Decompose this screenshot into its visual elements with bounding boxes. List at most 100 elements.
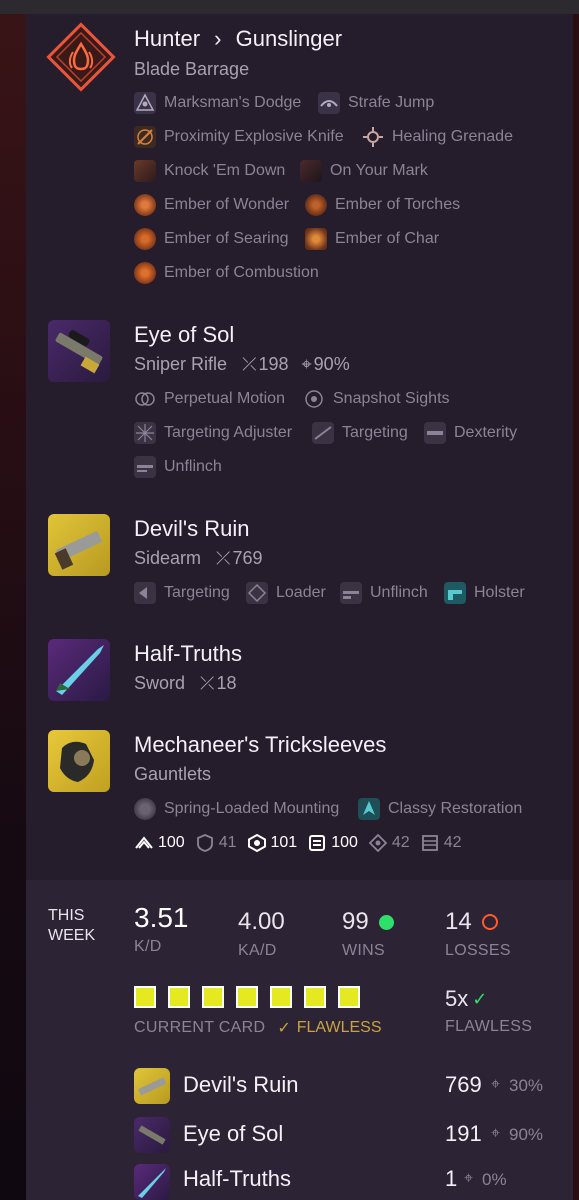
- wins-stat: 99 WINS: [342, 908, 394, 960]
- ability-item[interactable]: Ember of Searing: [134, 228, 289, 250]
- weapon-type: Sniper Rifle: [134, 354, 228, 374]
- weapon-perk[interactable]: Perpetual Motion: [134, 388, 285, 410]
- resilience-icon: [195, 834, 215, 852]
- card-win-box: [236, 986, 258, 1008]
- weapon-meta: Sniper Rifle ⤫ 198 ⌖ 90%: [134, 354, 350, 375]
- perk-label: Targeting: [164, 584, 230, 601]
- weapon-perk[interactable]: Holster: [444, 582, 525, 604]
- weekly-weapon-name: Devil's Ruin: [183, 1072, 299, 1097]
- card-win-box: [202, 986, 224, 1008]
- armor-perk[interactable]: Spring-Loaded Mounting: [134, 798, 339, 820]
- ability-label: Ember of Wonder: [164, 196, 290, 213]
- ability-label: Knock 'Em Down: [164, 162, 286, 179]
- recovery-icon: [247, 833, 267, 853]
- targeting-icon: [312, 422, 334, 444]
- weekly-weapon-precision: 30%: [509, 1076, 544, 1095]
- targeting-icon: [134, 582, 156, 604]
- loss-indicator-icon: [481, 914, 498, 930]
- kd-stat: 3.51 K/D: [134, 902, 189, 956]
- ability-item[interactable]: Ember of Char: [305, 228, 439, 250]
- kills-stat: ⤫ 18: [200, 673, 236, 694]
- weapon-perk[interactable]: Loader: [246, 582, 326, 604]
- ability-item[interactable]: Knock 'Em Down: [134, 160, 285, 182]
- ability-item[interactable]: Strafe Jump: [318, 92, 434, 114]
- kd-label: K/D: [134, 938, 162, 955]
- this-week-line1: THIS: [48, 907, 85, 924]
- weapon-perk[interactable]: Dexterity: [424, 422, 517, 444]
- weapon-perk[interactable]: Targeting: [312, 422, 408, 444]
- ability-item[interactable]: Ember of Wonder: [134, 194, 289, 216]
- perk-label: Unflinch: [164, 458, 222, 475]
- weekly-weapon-kills: 191: [445, 1121, 482, 1146]
- unflinch-icon: [134, 456, 156, 478]
- weekly-weapon-row[interactable]: Devil's Ruin 769 ⌖ 30%: [134, 1068, 554, 1106]
- kad-label: KA/D: [238, 942, 277, 959]
- snapshot-sights-icon: [303, 388, 325, 410]
- flawless-count: 5x: [445, 986, 469, 1011]
- ability-item[interactable]: Proximity Explosive Knife: [134, 126, 344, 148]
- card-win-box: [134, 986, 156, 1008]
- wins-value: 99: [342, 908, 369, 935]
- armor-perk[interactable]: Classy Restoration: [358, 798, 522, 820]
- weapon-perk[interactable]: Unflinch: [134, 456, 222, 478]
- discipline-value: 100: [331, 834, 358, 851]
- weekly-weapon-precision: 0%: [482, 1170, 507, 1189]
- weapon-perk[interactable]: Snapshot Sights: [303, 388, 450, 410]
- weapon-thumbnail: [48, 639, 110, 701]
- solar-subclass-icon: [46, 22, 116, 92]
- kills-icon: ⤫: [216, 548, 231, 568]
- precision-icon: ⌖: [491, 1125, 501, 1142]
- unflinch-icon: [340, 582, 362, 604]
- ability-label: Proximity Explosive Knife: [164, 128, 344, 145]
- weapon-perk[interactable]: Unflinch: [340, 582, 428, 604]
- weapon-perk[interactable]: Targeting: [134, 582, 230, 604]
- armor-name: Mechaneer's Tricksleeves: [134, 732, 387, 757]
- weapon-thumbnail: [48, 514, 110, 576]
- holster-icon: [444, 582, 466, 604]
- class-name: Hunter: [134, 26, 201, 51]
- ability-label: Marksman's Dodge: [164, 94, 302, 111]
- breadcrumb-separator: ›: [214, 26, 222, 51]
- precision-value: 90%: [313, 354, 350, 374]
- flawless-label: FLAWLESS: [445, 1018, 533, 1035]
- perk-label: Unflinch: [370, 584, 428, 601]
- weapon-perk[interactable]: Targeting Adjuster: [134, 422, 292, 444]
- ability-item[interactable]: Ember of Torches: [305, 194, 460, 216]
- ability-item[interactable]: Ember of Combustion: [134, 262, 319, 284]
- targeting-adjuster-icon: [134, 422, 156, 444]
- card-win-box: [304, 986, 326, 1008]
- weekly-weapon-row[interactable]: Eye of Sol 191 ⌖ 90%: [134, 1117, 554, 1155]
- weekly-weapon-row[interactable]: Half-Truths 1 ⌖ 0%: [134, 1164, 554, 1200]
- right-edge: [573, 0, 579, 1200]
- jump-icon: [318, 92, 340, 114]
- ability-label: Ember of Searing: [164, 230, 289, 247]
- weapon-name: Half-Truths: [134, 641, 242, 666]
- ability-label: On Your Mark: [330, 162, 428, 179]
- left-edge: [0, 0, 26, 1200]
- weapon-thumbnail: [48, 320, 110, 382]
- weapon-name: Eye of Sol: [134, 322, 235, 347]
- perk-label: Dexterity: [454, 424, 518, 441]
- subclass-title: Hunter › Gunslinger: [134, 26, 342, 52]
- top-bar: [0, 0, 579, 14]
- ability-item[interactable]: Healing Grenade: [362, 126, 513, 148]
- ember-icon: [134, 194, 156, 216]
- ability-label: Ember of Torches: [335, 196, 461, 213]
- mobility-icon: [134, 834, 154, 852]
- resilience-value: 41: [218, 834, 237, 851]
- flawless-check-icon: ✓: [472, 988, 488, 1009]
- ember-icon: [305, 228, 327, 250]
- intellect-icon: [368, 833, 388, 853]
- subclass-name: Gunslinger: [235, 26, 343, 51]
- wins-label: WINS: [342, 942, 385, 959]
- ability-item[interactable]: Marksman's Dodge: [134, 92, 301, 114]
- weekly-weapon-name: Eye of Sol: [183, 1121, 284, 1146]
- ability-item[interactable]: On Your Mark: [300, 160, 428, 182]
- kd-value: 3.51: [134, 902, 189, 933]
- weapon-meta: Sidearm ⤫ 769: [134, 548, 263, 569]
- weapon-name: Devil's Ruin: [134, 516, 250, 541]
- recovery-value: 101: [270, 834, 298, 851]
- precision-icon: ⌖: [301, 354, 312, 374]
- perk-label: Loader: [276, 584, 326, 601]
- weapon-type: Sidearm: [134, 548, 202, 568]
